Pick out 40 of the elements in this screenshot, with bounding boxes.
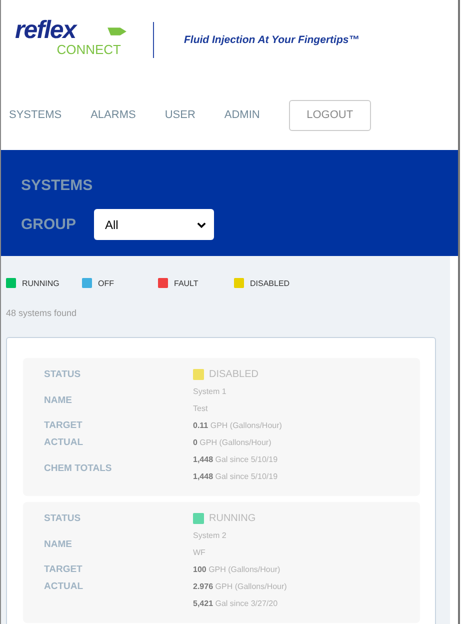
nav-link[interactable]: USER [164, 109, 196, 121]
field-label: CHEM TOTALS [44, 462, 113, 474]
nav-link[interactable]: ADMIN [224, 109, 260, 121]
legend-label: OFF [98, 278, 114, 288]
field-value: 0 GPH (Gallons/Hour) [193, 437, 272, 449]
field-value: System 1 [193, 386, 226, 398]
arrow-icon [107, 26, 127, 37]
field-label: NAME [44, 538, 73, 550]
nav-link[interactable]: ALARMS [90, 109, 136, 121]
group-label: GROUP [21, 216, 78, 233]
logo-wordmark: reflex [15, 18, 76, 42]
logout-button[interactable]: LOGOUT [288, 100, 371, 130]
field-value: 1,448 Gal since 5/10/19 [193, 471, 278, 483]
status-text: DISABLED [209, 369, 258, 380]
field-label: NAME [44, 394, 73, 406]
field-value: Test [193, 403, 209, 415]
section-title: SYSTEMS [21, 177, 94, 194]
group-dropdown[interactable]: All [94, 209, 214, 240]
field-label: STATUS [44, 369, 82, 380]
results-count: 48 systems found [6, 308, 78, 318]
tagline: Fluid Injection At Your Fingertips™ [184, 34, 360, 46]
field-value: 2.976 GPH (Gallons/Hour) [193, 581, 287, 593]
field-label: STATUS [44, 513, 82, 524]
caret-icon [197, 222, 206, 228]
field-value: 5,421 Gal since 3/27/20 [193, 598, 278, 610]
field-value: 100 GPH (Gallons/Hour) [193, 564, 280, 576]
legend-label: FAULT [174, 278, 198, 288]
field-value: WF [193, 547, 206, 559]
nav-link[interactable]: SYSTEMS [9, 109, 62, 121]
legend-label: DISABLED [250, 278, 290, 288]
field-label: ACTUAL [44, 581, 84, 592]
field-label: TARGET [44, 420, 84, 431]
field-value: 0.11 GPH (Gallons/Hour) [193, 420, 282, 432]
field-value: System 2 [193, 530, 226, 542]
legend-label: RUNNING [22, 278, 60, 288]
field-label: ACTUAL [44, 437, 84, 448]
logo-subtitle: CONNECT [56, 43, 121, 57]
status-text: RUNNING [209, 513, 256, 524]
field-label: TARGET [44, 564, 84, 575]
field-value: 1,448 Gal since 5/10/19 [193, 454, 278, 466]
